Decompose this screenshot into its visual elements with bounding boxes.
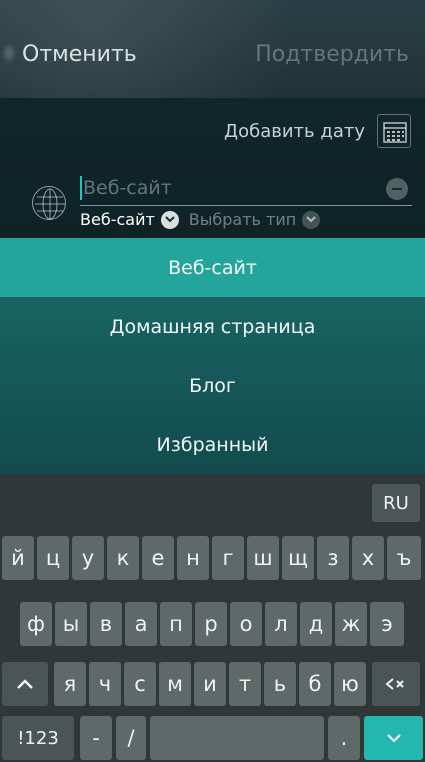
key[interactable]: м (159, 662, 191, 706)
key[interactable]: ж (335, 602, 367, 646)
shift-arrow-icon (17, 679, 33, 689)
period-key[interactable]: . (328, 716, 360, 760)
chevron-down-icon (160, 210, 179, 229)
key[interactable]: н (177, 536, 209, 580)
backspace-icon (385, 678, 404, 690)
chevron-down-icon (302, 210, 321, 229)
key[interactable]: э (370, 602, 404, 646)
dash-key[interactable]: - (80, 716, 112, 760)
key[interactable]: а (125, 602, 157, 646)
shift-key[interactable] (2, 662, 48, 706)
key[interactable]: л (265, 602, 297, 646)
backspace-key[interactable] (372, 662, 420, 706)
add-date-label[interactable]: Добавить дату (224, 121, 365, 142)
key[interactable]: у (72, 536, 104, 580)
key[interactable]: ц (37, 536, 69, 580)
key[interactable]: ы (55, 602, 87, 646)
choose-type-dropdown[interactable]: Выбрать тип (188, 210, 321, 229)
key[interactable]: в (90, 602, 122, 646)
enter-key[interactable] (364, 716, 423, 760)
key[interactable]: й (2, 536, 34, 580)
key[interactable]: ю (334, 662, 366, 706)
dropdown-item-website[interactable]: Веб-сайт (0, 238, 425, 297)
choose-type-label: Выбрать тип (188, 210, 297, 229)
website-input[interactable] (83, 172, 373, 204)
contact-edit-screen: Отменить Подтвердить Добавить дату Веб-с… (0, 0, 425, 762)
space-key[interactable] (150, 716, 324, 760)
key[interactable]: ш (247, 536, 279, 580)
key[interactable]: ь (264, 662, 296, 706)
key[interactable]: п (160, 602, 192, 646)
key[interactable]: р (195, 602, 227, 646)
key[interactable]: е (142, 536, 174, 580)
type-dropdown-menu: Веб-сайт Домашняя страница Блог Избранны… (0, 238, 425, 474)
website-form: Добавить дату Веб-сайт Веб-сайт Выбрать … (0, 98, 425, 238)
calendar-icon[interactable] (377, 114, 411, 148)
edge-indicator (4, 46, 14, 60)
cancel-button[interactable]: Отменить (22, 42, 137, 67)
text-cursor (80, 176, 82, 200)
website-field[interactable] (80, 172, 412, 206)
key[interactable]: щ (282, 536, 314, 580)
key[interactable]: о (230, 602, 262, 646)
key[interactable]: д (300, 602, 332, 646)
confirm-button[interactable]: Подтвердить (255, 42, 409, 67)
selected-type-dropdown[interactable]: Веб-сайт (80, 210, 179, 229)
soft-keyboard: RU й ц у к е н г ш щ з х ъ ф ы в а п р о… (0, 474, 425, 762)
add-date-row[interactable]: Добавить дату (224, 114, 411, 148)
key[interactable]: г (212, 536, 244, 580)
dropdown-item-homepage[interactable]: Домашняя страница (0, 297, 425, 356)
slash-key[interactable]: / (116, 716, 146, 760)
dropdown-item-blog[interactable]: Блог (0, 356, 425, 415)
key[interactable]: и (194, 662, 226, 706)
dropdown-item-favorite[interactable]: Избранный (0, 415, 425, 474)
key[interactable]: б (299, 662, 331, 706)
key[interactable]: с (124, 662, 156, 706)
key[interactable]: з (317, 536, 349, 580)
chevron-down-icon (386, 733, 401, 742)
language-key[interactable]: RU (372, 484, 420, 522)
key[interactable]: т (229, 662, 261, 706)
key[interactable]: ъ (387, 536, 421, 580)
remove-field-icon[interactable] (386, 178, 408, 200)
type-selector-row: Веб-сайт Выбрать тип (80, 210, 321, 229)
key[interactable]: я (54, 662, 86, 706)
top-action-bar: Отменить Подтвердить (0, 0, 425, 98)
symbols-key[interactable]: !123 (2, 716, 74, 760)
globe-icon (32, 186, 66, 220)
key[interactable]: ч (89, 662, 121, 706)
key[interactable]: ф (20, 602, 52, 646)
key[interactable]: к (107, 536, 139, 580)
key[interactable]: х (352, 536, 384, 580)
selected-type-label: Веб-сайт (80, 210, 155, 229)
